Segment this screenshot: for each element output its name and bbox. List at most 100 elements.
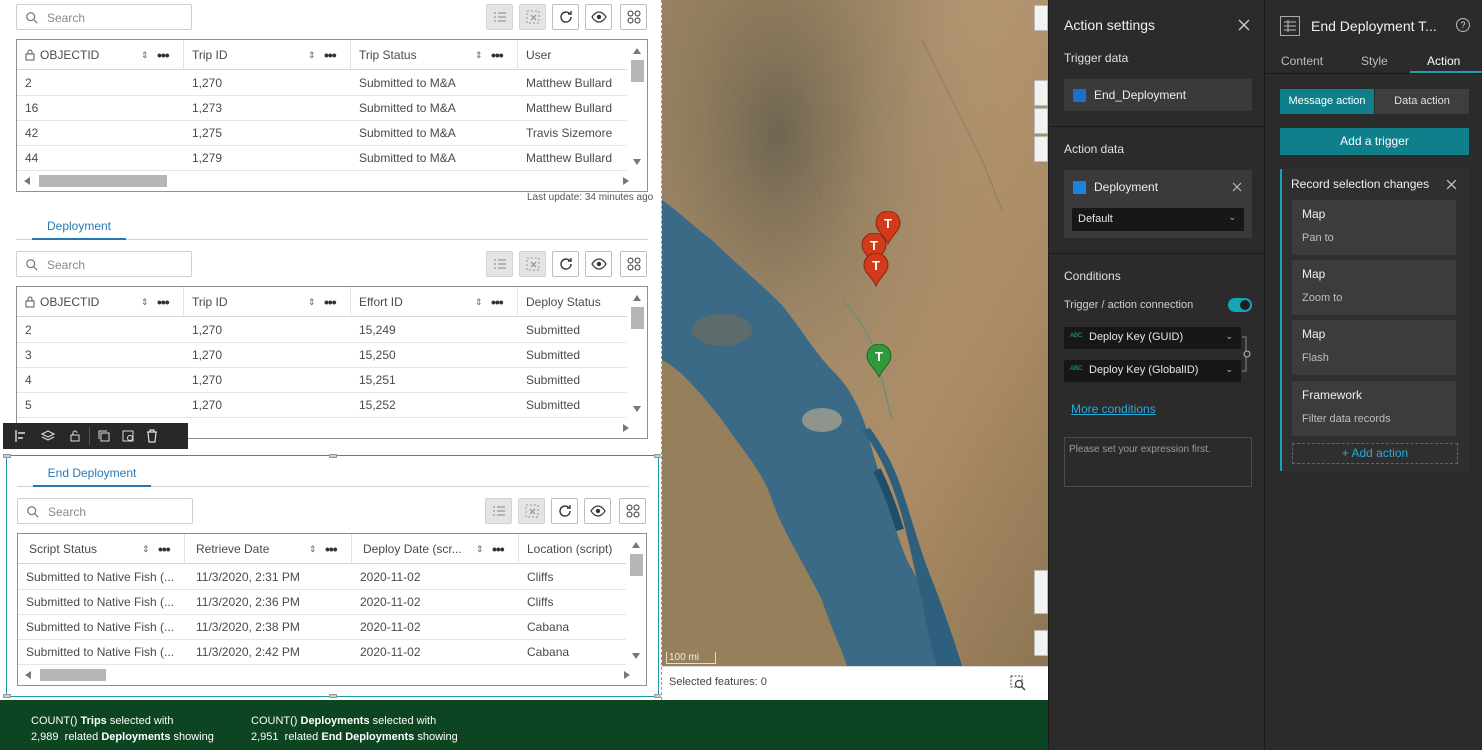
- layers-button[interactable]: [33, 423, 63, 449]
- scroll-up-arrow[interactable]: [633, 48, 641, 54]
- scroll-thumb[interactable]: [631, 307, 644, 329]
- table2-search-box[interactable]: [16, 251, 192, 277]
- column-header[interactable]: Trip ID ⇕ •••: [184, 287, 351, 317]
- sort-icon[interactable]: ⇕: [476, 544, 486, 555]
- scroll-up-arrow[interactable]: [632, 542, 640, 548]
- column-menu-icon[interactable]: •••: [158, 541, 176, 557]
- help-icon[interactable]: ?: [1456, 18, 1470, 32]
- horizontal-scrollbar[interactable]: [18, 665, 630, 685]
- scroll-down-arrow[interactable]: [633, 406, 641, 412]
- show-selection-button[interactable]: [485, 498, 512, 524]
- zoom-to-selection-icon[interactable]: [1010, 675, 1026, 691]
- show-selection-button[interactable]: [486, 251, 513, 277]
- more-options-grid-button[interactable]: [620, 251, 647, 277]
- scroll-up-arrow[interactable]: [633, 295, 641, 301]
- widget-title[interactable]: End Deployment T...: [1311, 18, 1437, 34]
- add-action-button[interactable]: + Add action: [1292, 443, 1458, 464]
- sort-icon[interactable]: ⇕: [308, 50, 318, 61]
- table-row[interactable]: 2 1,270 15,249 Submitted: [17, 318, 629, 343]
- column-header[interactable]: Trip ID ⇕ •••: [184, 40, 351, 70]
- column-header[interactable]: Retrieve Date ⇕ •••: [185, 534, 352, 564]
- table-row[interactable]: 44 1,279 Submitted to M&A Matthew Bullard: [17, 146, 629, 171]
- table1-search-input[interactable]: [47, 9, 187, 26]
- map-pin-red[interactable]: T: [863, 252, 889, 288]
- lock-button[interactable]: [63, 423, 87, 449]
- table-row[interactable]: Submitted to Native Fish (... 11/3/2020, …: [18, 640, 630, 665]
- table-row[interactable]: 5 1,270 15,252 Submitted: [17, 393, 629, 418]
- scroll-left-arrow[interactable]: [24, 177, 30, 185]
- table-row[interactable]: 2 1,270 Submitted to M&A Matthew Bullard: [17, 71, 629, 96]
- table2-search-input[interactable]: [47, 256, 187, 273]
- column-menu-icon[interactable]: •••: [324, 294, 342, 310]
- scroll-down-arrow[interactable]: [633, 159, 641, 165]
- column-header[interactable]: Deploy Date (scr... ⇕ •••: [352, 534, 519, 564]
- link-icon[interactable]: [1241, 336, 1253, 372]
- horizontal-scrollbar[interactable]: [17, 171, 629, 191]
- column-menu-icon[interactable]: •••: [324, 47, 342, 63]
- scroll-right-arrow[interactable]: [623, 424, 629, 432]
- show-hide-columns-button[interactable]: [585, 4, 612, 30]
- scroll-left-arrow[interactable]: [25, 671, 31, 679]
- resize-handle[interactable]: [329, 454, 337, 458]
- action-field-select[interactable]: ABC Deploy Key (GlobalID) ⌄: [1064, 360, 1241, 382]
- refresh-button[interactable]: [551, 498, 578, 524]
- refresh-button[interactable]: [552, 4, 579, 30]
- close-icon[interactable]: [1446, 179, 1457, 190]
- table3-search-input[interactable]: [48, 503, 188, 520]
- data-action-tab[interactable]: Data action: [1375, 89, 1469, 114]
- sort-icon[interactable]: ⇕: [142, 544, 152, 555]
- map-pin-green[interactable]: T: [866, 343, 892, 379]
- column-header[interactable]: Trip Status ⇕ •••: [351, 40, 518, 70]
- sort-icon[interactable]: ⇕: [141, 50, 151, 61]
- table-row[interactable]: Submitted to Native Fish (... 11/3/2020, …: [18, 565, 630, 590]
- tab-deployment[interactable]: Deployment: [32, 214, 126, 240]
- tab-end-deployment[interactable]: End Deployment: [33, 461, 151, 487]
- scroll-thumb[interactable]: [40, 669, 106, 681]
- map-more-control[interactable]: [1034, 136, 1048, 162]
- resize-handle[interactable]: [654, 454, 661, 458]
- scroll-right-arrow[interactable]: [624, 671, 630, 679]
- sort-icon[interactable]: ⇕: [309, 544, 319, 555]
- column-header[interactable]: Location (script): [519, 534, 630, 564]
- column-header[interactable]: Effort ID ⇕ •••: [351, 287, 518, 317]
- action-card-zoom[interactable]: Map Zoom to: [1292, 260, 1456, 315]
- sort-icon[interactable]: ⇕: [475, 297, 485, 308]
- more-options-grid-button[interactable]: [619, 498, 646, 524]
- trigger-field-select[interactable]: ABC Deploy Key (GUID) ⌄: [1064, 327, 1241, 349]
- map-zoom-control[interactable]: [1034, 80, 1048, 106]
- vertical-scrollbar[interactable]: [626, 534, 646, 667]
- column-header[interactable]: OBJECTID ⇕ •••: [17, 40, 184, 70]
- clear-selection-button[interactable]: [518, 498, 545, 524]
- map-widget[interactable]: T T T T 100 mi: [662, 0, 1048, 666]
- vertical-scrollbar[interactable]: [627, 40, 647, 173]
- column-menu-icon[interactable]: •••: [491, 47, 509, 63]
- remove-icon[interactable]: [1232, 182, 1242, 192]
- show-hide-columns-button[interactable]: [584, 498, 611, 524]
- more-conditions-link[interactable]: More conditions: [1071, 402, 1156, 416]
- scroll-thumb[interactable]: [630, 554, 643, 576]
- scroll-down-arrow[interactable]: [632, 653, 640, 659]
- trigger-data-source[interactable]: End_Deployment: [1064, 79, 1252, 111]
- map-compass-control[interactable]: [1034, 630, 1048, 656]
- tab-action[interactable]: Action: [1427, 54, 1460, 68]
- sort-icon[interactable]: ⇕: [141, 297, 151, 308]
- scroll-thumb[interactable]: [631, 60, 644, 82]
- clear-selection-button[interactable]: [519, 251, 546, 277]
- duplicate-button[interactable]: [92, 423, 116, 449]
- save-template-button[interactable]: [116, 423, 140, 449]
- column-header[interactable]: User: [518, 40, 629, 70]
- tab-style[interactable]: Style: [1361, 54, 1388, 68]
- close-icon[interactable]: [1237, 18, 1251, 32]
- column-menu-icon[interactable]: •••: [157, 294, 175, 310]
- vertical-scrollbar[interactable]: [627, 287, 647, 420]
- show-hide-columns-button[interactable]: [585, 251, 612, 277]
- table-row[interactable]: 16 1,273 Submitted to M&A Matthew Bullard: [17, 96, 629, 121]
- align-button[interactable]: [9, 423, 33, 449]
- map-zoom-control[interactable]: [1034, 570, 1048, 614]
- column-header[interactable]: Deploy Status: [518, 287, 629, 317]
- scroll-thumb[interactable]: [39, 175, 167, 187]
- map-tool-control[interactable]: [1034, 108, 1048, 134]
- resize-handle[interactable]: [3, 694, 11, 698]
- resize-handle[interactable]: [654, 694, 661, 698]
- action-card-filter[interactable]: Framework Filter data records: [1292, 381, 1456, 436]
